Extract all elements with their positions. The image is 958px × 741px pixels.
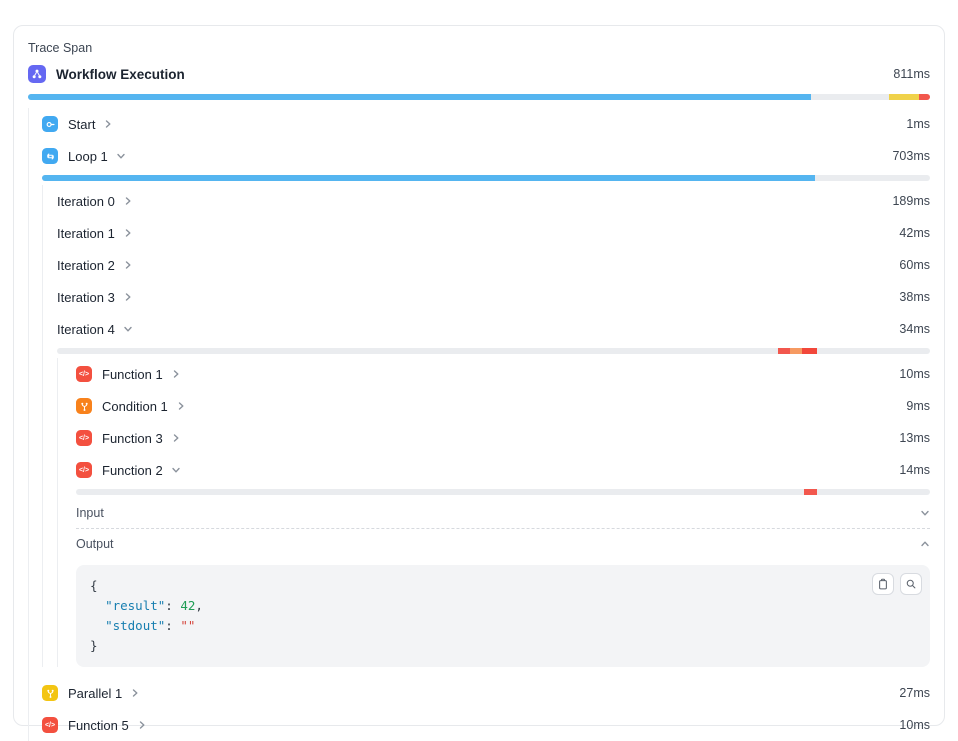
chevron-up-icon[interactable] bbox=[920, 539, 930, 549]
chevron-right-icon[interactable] bbox=[137, 720, 147, 730]
chevron-right-icon[interactable] bbox=[171, 369, 181, 379]
chevron-right-icon[interactable] bbox=[171, 433, 181, 443]
span-label: Condition 1 bbox=[102, 399, 168, 414]
span-row-function-2[interactable]: </> Function 2 14ms bbox=[76, 454, 930, 486]
span-label: Iteration 3 bbox=[57, 290, 115, 305]
span-row-workflow-execution[interactable]: Workflow Execution 811ms bbox=[28, 62, 930, 86]
chevron-down-icon[interactable] bbox=[116, 151, 126, 161]
chevron-down-icon[interactable] bbox=[123, 324, 133, 334]
code-icon: </> bbox=[76, 366, 92, 382]
span-duration: 189ms bbox=[892, 194, 930, 208]
span-duration: 14ms bbox=[899, 463, 930, 477]
span-row-iteration-0[interactable]: Iteration 0 189ms bbox=[57, 185, 930, 217]
start-node-icon bbox=[42, 116, 58, 132]
panel-title: Trace Span bbox=[28, 40, 930, 56]
span-row-iteration-4[interactable]: Iteration 4 34ms bbox=[57, 313, 930, 345]
code-icon: </> bbox=[42, 717, 58, 733]
function-2-duration-bar bbox=[76, 489, 930, 495]
input-label: Input bbox=[76, 506, 104, 520]
span-duration: 9ms bbox=[906, 399, 930, 413]
span-label: Start bbox=[68, 117, 95, 132]
output-section-toggle[interactable]: Output bbox=[76, 529, 930, 559]
span-duration: 42ms bbox=[899, 226, 930, 240]
workflow-duration-bar bbox=[28, 94, 930, 100]
iteration-4-children: </> Function 1 10ms Condition 1 9ms </> … bbox=[57, 358, 930, 667]
span-row-condition-1[interactable]: Condition 1 9ms bbox=[76, 390, 930, 422]
span-label: Function 1 bbox=[102, 367, 163, 382]
output-code-block: { "result": 42, "stdout": ""} bbox=[76, 565, 930, 667]
code-icon: </> bbox=[76, 462, 92, 478]
span-duration: 10ms bbox=[899, 718, 930, 732]
iteration-4-duration-bar bbox=[57, 348, 930, 354]
span-label: Iteration 2 bbox=[57, 258, 115, 273]
span-label: Function 3 bbox=[102, 431, 163, 446]
chevron-right-icon[interactable] bbox=[123, 196, 133, 206]
span-row-loop-1[interactable]: Loop 1 703ms bbox=[42, 140, 930, 172]
span-duration: 811ms bbox=[893, 67, 930, 81]
branch-icon bbox=[42, 685, 58, 701]
span-row-function-3[interactable]: </> Function 3 13ms bbox=[76, 422, 930, 454]
code-actions bbox=[872, 573, 922, 595]
span-row-function-5[interactable]: </> Function 5 10ms bbox=[42, 709, 930, 741]
span-duration: 1ms bbox=[906, 117, 930, 131]
chevron-right-icon[interactable] bbox=[103, 119, 113, 129]
span-row-function-1[interactable]: </> Function 1 10ms bbox=[76, 358, 930, 390]
span-duration: 13ms bbox=[899, 431, 930, 445]
span-duration: 60ms bbox=[899, 258, 930, 272]
input-section-toggle[interactable]: Input bbox=[76, 498, 930, 528]
span-duration: 10ms bbox=[899, 367, 930, 381]
loop-duration-bar bbox=[42, 175, 930, 181]
chevron-down-icon[interactable] bbox=[171, 465, 181, 475]
span-duration: 703ms bbox=[892, 149, 930, 163]
chevron-right-icon[interactable] bbox=[130, 688, 140, 698]
output-json: { "result": 42, "stdout": ""} bbox=[90, 576, 916, 656]
span-row-iteration-3[interactable]: Iteration 3 38ms bbox=[57, 281, 930, 313]
span-duration: 38ms bbox=[899, 290, 930, 304]
repeat-icon bbox=[42, 148, 58, 164]
span-label: Iteration 4 bbox=[57, 322, 115, 337]
span-row-iteration-2[interactable]: Iteration 2 60ms bbox=[57, 249, 930, 281]
branch-icon bbox=[76, 398, 92, 414]
chevron-down-icon[interactable] bbox=[920, 508, 930, 518]
span-label: Workflow Execution bbox=[56, 67, 185, 82]
chevron-right-icon[interactable] bbox=[123, 260, 133, 270]
chevron-right-icon[interactable] bbox=[123, 292, 133, 302]
span-duration: 27ms bbox=[899, 686, 930, 700]
share-nodes-icon bbox=[28, 65, 46, 83]
span-label: Loop 1 bbox=[68, 149, 108, 164]
output-label: Output bbox=[76, 537, 114, 551]
loop-children: Iteration 0 189ms Iteration 1 42ms Itera… bbox=[42, 185, 930, 667]
span-row-parallel-1[interactable]: Parallel 1 27ms bbox=[42, 677, 930, 709]
code-icon: </> bbox=[76, 430, 92, 446]
trace-span-panel: Trace Span Workflow Execution 811ms Star… bbox=[13, 25, 945, 726]
span-row-start[interactable]: Start 1ms bbox=[42, 108, 930, 140]
magnifier-button[interactable] bbox=[900, 573, 922, 595]
copy-button[interactable] bbox=[872, 573, 894, 595]
span-row-iteration-1[interactable]: Iteration 1 42ms bbox=[57, 217, 930, 249]
chevron-right-icon[interactable] bbox=[176, 401, 186, 411]
span-duration: 34ms bbox=[899, 322, 930, 336]
workflow-children: Start 1ms Loop 1 703ms Iteration 0 189ms… bbox=[28, 108, 930, 741]
span-label: Function 2 bbox=[102, 463, 163, 478]
span-label: Function 5 bbox=[68, 718, 129, 733]
span-label: Iteration 1 bbox=[57, 226, 115, 241]
span-label: Iteration 0 bbox=[57, 194, 115, 209]
chevron-right-icon[interactable] bbox=[123, 228, 133, 238]
span-label: Parallel 1 bbox=[68, 686, 122, 701]
